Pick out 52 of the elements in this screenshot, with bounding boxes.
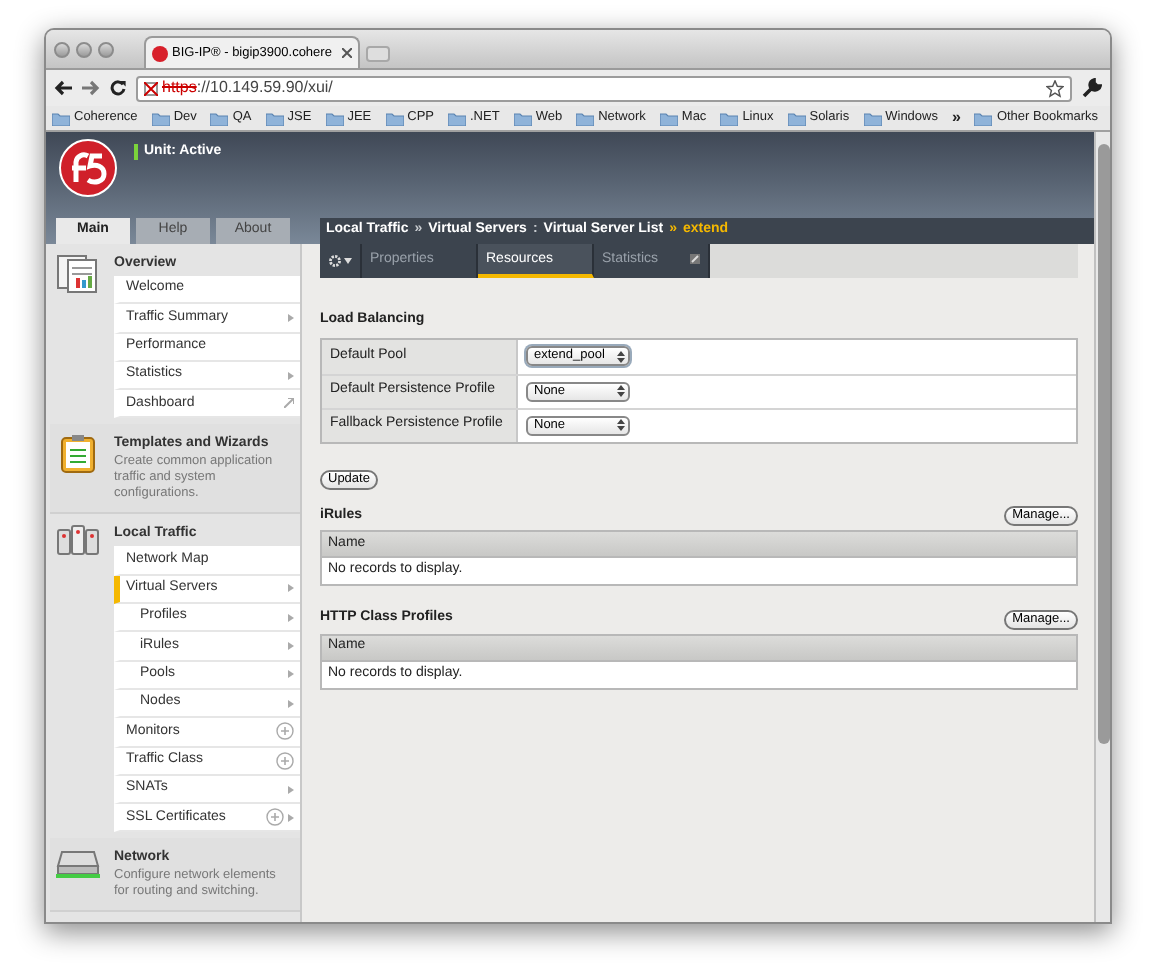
folder-icon [659, 111, 678, 125]
folder-icon [863, 111, 882, 125]
folder-icon [787, 111, 806, 125]
folder-icon [576, 111, 595, 125]
close-icon[interactable] [342, 48, 352, 58]
arrow-icon [288, 670, 294, 679]
add-icon[interactable] [276, 751, 294, 770]
add-icon[interactable] [266, 808, 284, 827]
caret-icon [344, 258, 352, 264]
folder-icon [720, 111, 739, 125]
add-icon[interactable] [276, 722, 294, 741]
folder-icon [325, 111, 344, 125]
scrollbar-thumb[interactable] [1097, 144, 1109, 744]
arrow-icon [288, 371, 294, 380]
stepper-icon [616, 418, 626, 432]
popout-icon [690, 254, 700, 264]
report-icon [56, 254, 100, 294]
folder-icon [52, 111, 70, 125]
servers-icon [56, 524, 100, 557]
bookmarks-overflow[interactable]: » [951, 106, 961, 130]
folder-icon [385, 111, 404, 125]
address-bar[interactable]: https://10.149.59.90/xui/ [136, 75, 1072, 101]
wrench-icon[interactable] [1082, 78, 1102, 98]
arrow-icon [288, 785, 294, 793]
new-tab-button[interactable] [366, 46, 390, 62]
arrow-icon [288, 313, 294, 322]
arrow-icon [288, 699, 294, 708]
folder-icon [151, 111, 170, 125]
reload-icon[interactable] [110, 80, 126, 96]
gear-icon [328, 254, 342, 268]
arrow-icon [288, 613, 294, 622]
network-device-icon [56, 848, 100, 881]
back-icon[interactable] [54, 80, 72, 96]
status-indicator [134, 144, 138, 161]
arrow-icon [288, 813, 294, 822]
forward-icon[interactable] [82, 80, 100, 96]
popout-icon [284, 398, 294, 409]
folder-icon [210, 111, 229, 125]
arrow-icon [288, 584, 294, 593]
broken-lock-icon [144, 81, 158, 95]
stepper-icon [616, 384, 626, 398]
star-icon[interactable] [1046, 79, 1064, 97]
arrow-icon [288, 642, 294, 651]
folder-icon [448, 111, 466, 125]
folder-icon [974, 111, 993, 125]
url-text: https://10.149.59.90/xui/ [162, 76, 333, 100]
f5-logo-icon [152, 45, 168, 61]
f5-logo [58, 138, 118, 198]
stepper-icon [616, 349, 626, 363]
folder-icon [265, 111, 284, 125]
folder-icon [513, 111, 532, 125]
clipboard-icon [60, 434, 96, 475]
